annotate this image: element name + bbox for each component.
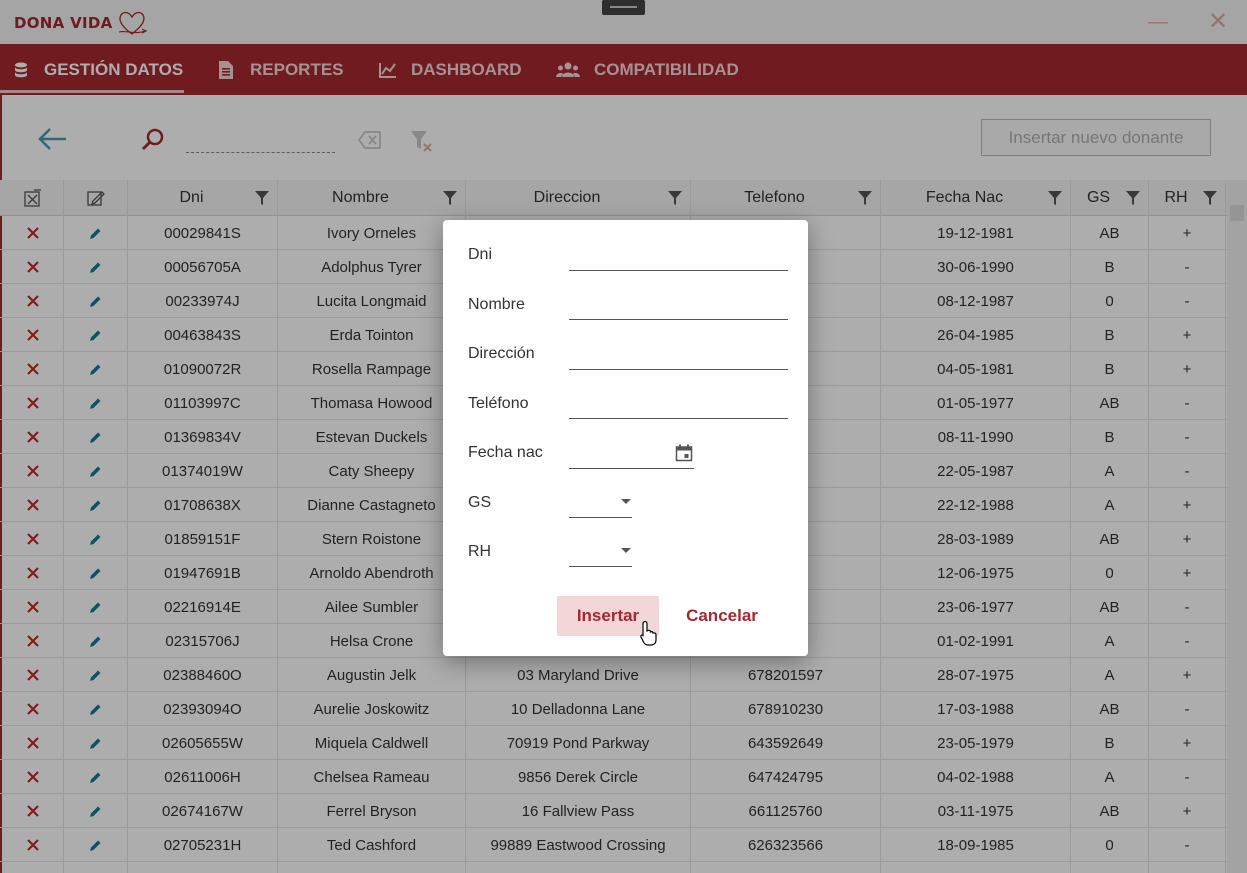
dni-label: Dni (468, 246, 493, 263)
cancelar-button[interactable]: Cancelar (679, 596, 765, 636)
telefono-label: Teléfono (468, 395, 529, 412)
calendar-icon[interactable] (675, 444, 693, 467)
direccion-label: Dirección (468, 345, 535, 362)
gs-label: GS (468, 494, 492, 511)
chevron-down-icon[interactable] (621, 548, 631, 553)
nombre-label: Nombre (468, 296, 525, 313)
hand-cursor-icon (640, 620, 658, 651)
fecha-nac-label: Fecha nac (468, 444, 543, 461)
rh-select[interactable] (569, 566, 632, 567)
direccion-field[interactable] (569, 369, 788, 370)
insert-donor-dialog: Dni Nombre Dirección Teléfono Fecha nac … (443, 220, 808, 656)
nombre-field[interactable] (569, 319, 788, 320)
gs-select[interactable] (569, 517, 632, 518)
telefono-field[interactable] (569, 418, 788, 419)
chevron-down-icon[interactable] (621, 499, 631, 504)
rh-label: RH (468, 543, 492, 560)
fecha-nac-field[interactable] (569, 468, 694, 469)
dni-field[interactable] (569, 270, 788, 271)
